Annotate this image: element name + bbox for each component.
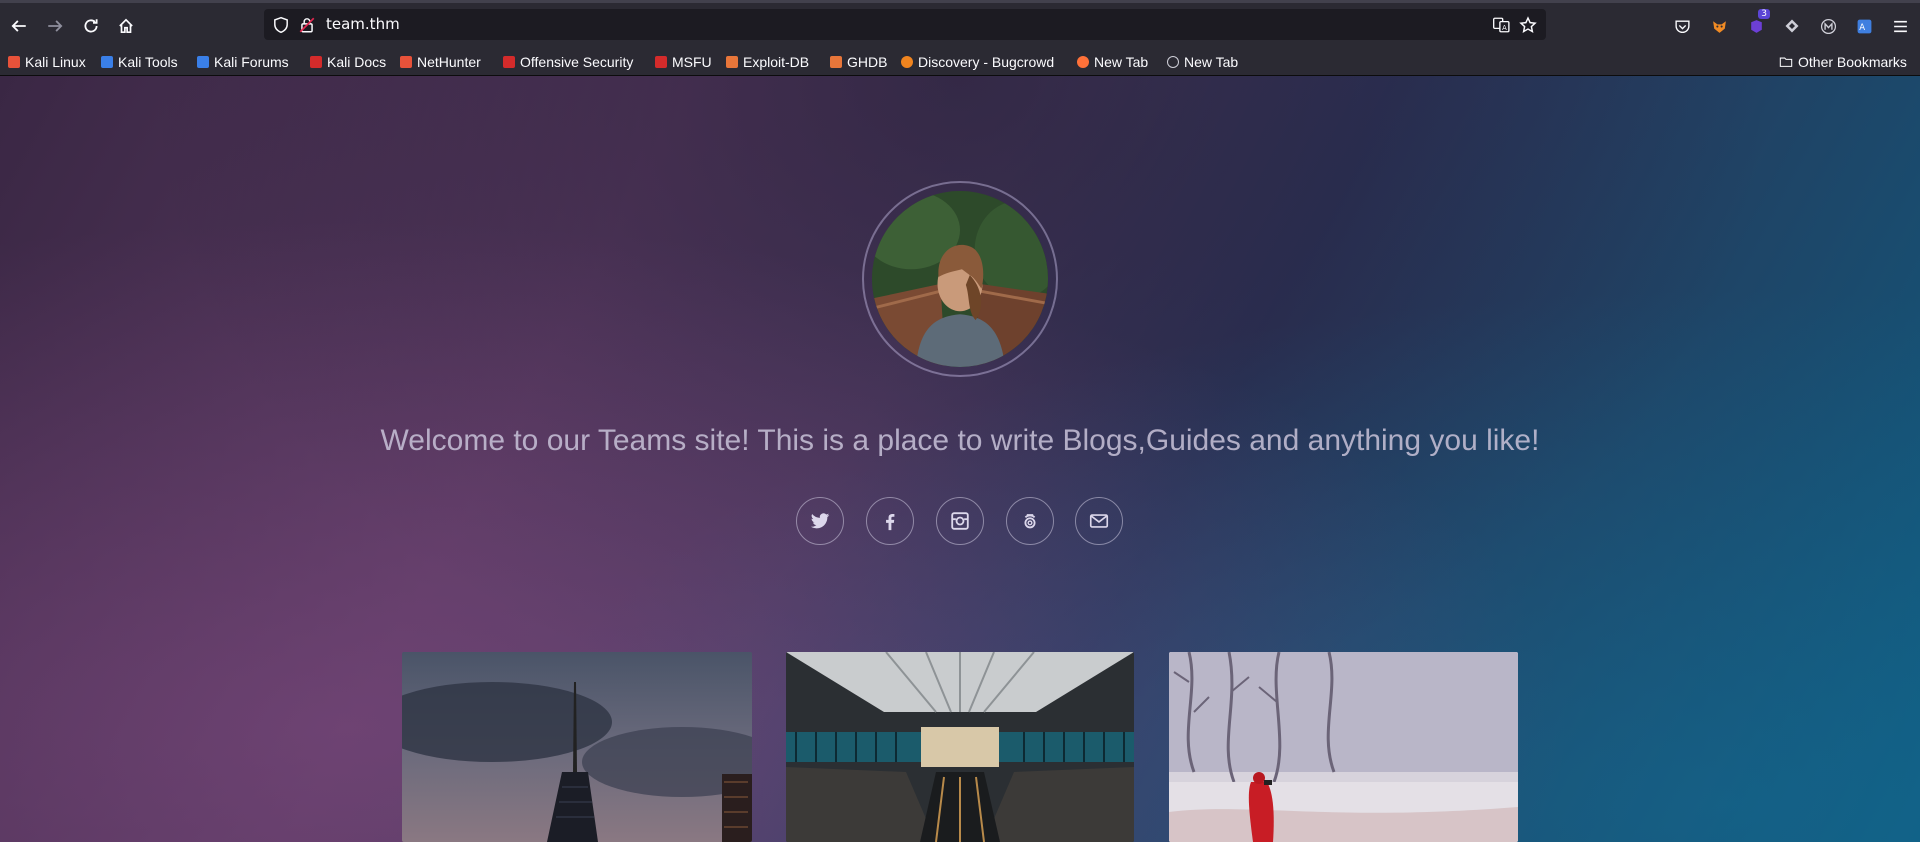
500px-icon [1024, 514, 1036, 529]
city-tower-photo [402, 652, 752, 842]
gallery-card-snow[interactable] [1169, 652, 1518, 842]
bugcrowd-icon [901, 56, 913, 68]
twitter-link[interactable] [796, 497, 844, 545]
back-button[interactable] [7, 14, 31, 38]
reload-button[interactable] [79, 14, 103, 38]
gallery-card-station[interactable] [786, 652, 1134, 842]
bookmark-new-tab-1[interactable]: New Tab [1077, 51, 1148, 73]
bookmark-nethunter[interactable]: NetHunter [400, 51, 481, 73]
arrow-right-icon [48, 20, 63, 32]
wappalyzer-icon [1750, 19, 1762, 33]
bookmark-exploit-db[interactable]: Exploit-DB [726, 51, 809, 73]
bookmark-kali-docs[interactable]: Kali Docs [310, 51, 386, 73]
extension-badge: 3 [1758, 9, 1770, 19]
reload-icon [84, 19, 98, 33]
svg-text:A: A [1859, 23, 1865, 33]
exploit-db-icon [726, 56, 738, 68]
diamond-extension-icon [1785, 19, 1799, 33]
kali-tools-icon [101, 56, 113, 68]
m-extension-icon [1820, 18, 1836, 34]
app-menu-button[interactable] [1890, 16, 1910, 36]
shield-icon[interactable] [272, 16, 290, 34]
profile-avatar [862, 181, 1058, 377]
bookmark-kali-forums[interactable]: Kali Forums [197, 51, 289, 73]
svg-text:A: A [1502, 24, 1507, 32]
extension-translate-button[interactable]: A [1854, 16, 1874, 36]
kali-docs-icon [310, 56, 322, 68]
escalator-station-photo [786, 652, 1134, 842]
forward-button[interactable] [43, 14, 67, 38]
home-button[interactable] [114, 14, 138, 38]
hamburger-menu-icon [1893, 20, 1907, 32]
extension-diamond-button[interactable] [1782, 16, 1802, 36]
bookmark-star-icon[interactable] [1519, 16, 1537, 34]
url-text[interactable]: team.thm [326, 15, 400, 33]
page-content: Welcome to our Teams site! This is a pla… [0, 76, 1920, 842]
twitter-icon [810, 513, 830, 529]
ghdb-icon [830, 56, 842, 68]
kali-icon [8, 56, 20, 68]
arrow-left-icon [11, 20, 26, 32]
gallery-card-city[interactable] [402, 652, 752, 842]
snow-hiker-photo [1169, 652, 1518, 842]
extension-m-button[interactable] [1818, 16, 1838, 36]
extension-fox-button[interactable] [1709, 16, 1729, 36]
offsec-icon [503, 56, 515, 68]
msfu-icon [655, 56, 667, 68]
email-link[interactable] [1075, 497, 1123, 545]
pocket-button[interactable] [1672, 16, 1692, 36]
translate-icon[interactable]: A [1492, 16, 1510, 34]
fox-extension-icon [1712, 20, 1726, 33]
folder-icon [1779, 57, 1793, 67]
instagram-icon [951, 512, 969, 530]
home-icon [119, 18, 133, 34]
profile-photo [872, 191, 1048, 367]
firefox-icon [1077, 56, 1089, 68]
bookmark-kali-linux[interactable]: Kali Linux [8, 51, 86, 73]
bookmark-msfu[interactable]: MSFU [655, 51, 712, 73]
pocket-icon [1674, 19, 1690, 33]
email-icon [1089, 514, 1109, 528]
instagram-link[interactable] [936, 497, 984, 545]
nethunter-icon [400, 56, 412, 68]
bookmarks-toolbar: Kali Linux Kali Tools Kali Forums Kali D… [0, 48, 1920, 76]
browser-toolbar: team.thm A 3 A [0, 0, 1920, 48]
bookmark-ghdb[interactable]: GHDB [830, 51, 887, 73]
500px-link[interactable] [1006, 497, 1054, 545]
bookmark-offensive-security[interactable]: Offensive Security [503, 51, 633, 73]
bookmark-new-tab-2[interactable]: New Tab [1167, 51, 1238, 73]
woman-portrait-illustration [872, 191, 1048, 367]
address-bar[interactable]: team.thm A [264, 9, 1546, 40]
extension-purple-button[interactable]: 3 [1746, 9, 1770, 36]
translate-extension-icon: A [1857, 19, 1871, 33]
other-bookmarks-folder[interactable]: Other Bookmarks [1779, 51, 1907, 73]
facebook-icon [886, 513, 895, 531]
kali-forums-icon [197, 56, 209, 68]
bookmark-discovery-bugcrowd[interactable]: Discovery - Bugcrowd [901, 51, 1054, 73]
globe-icon [1167, 56, 1179, 68]
bookmark-kali-tools[interactable]: Kali Tools [101, 51, 178, 73]
welcome-heading: Welcome to our Teams site! This is a pla… [380, 424, 1540, 457]
facebook-link[interactable] [866, 497, 914, 545]
insecure-lock-icon[interactable] [298, 16, 316, 34]
